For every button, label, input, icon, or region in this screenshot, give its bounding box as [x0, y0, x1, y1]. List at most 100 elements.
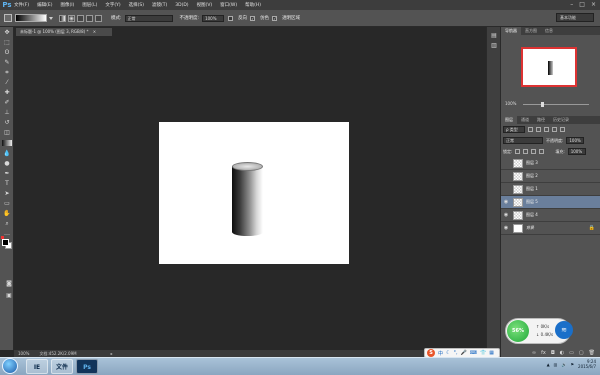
radial-gradient-button[interactable]: [68, 14, 75, 22]
tray-network-icon[interactable]: ▥: [554, 362, 558, 367]
maximize-button[interactable]: □: [579, 1, 585, 8]
dither-checkbox[interactable]: ✓: [250, 15, 256, 21]
eyedropper-tool-icon[interactable]: ⁄: [2, 78, 12, 87]
gradient-picker-arrow-icon[interactable]: [49, 16, 53, 20]
properties-panel-icon[interactable]: ▥: [489, 41, 499, 50]
filter-type-icon[interactable]: [544, 127, 549, 132]
marquee-tool-icon[interactable]: ⬚: [2, 38, 12, 47]
transparency-checkbox[interactable]: ✓: [272, 15, 278, 21]
filter-smart-icon[interactable]: [560, 127, 565, 132]
navigator-slider-knob[interactable]: [541, 102, 544, 107]
tool-preset-icon[interactable]: [4, 14, 12, 22]
linear-gradient-button[interactable]: [59, 14, 66, 22]
tab-channels[interactable]: 通道: [517, 116, 533, 124]
document-tab[interactable]: 未标题-1 @ 100% (图层 3, RGB/8) * ×: [16, 28, 112, 36]
quick-select-tool-icon[interactable]: ✎: [2, 58, 12, 67]
navigator-zoom-slider[interactable]: [523, 104, 589, 105]
menu-view[interactable]: 视图(V): [197, 2, 213, 8]
hand-tool-icon[interactable]: ✋: [2, 209, 12, 218]
foreground-color-swatch[interactable]: [2, 239, 9, 246]
taskbar-explorer[interactable]: 文件: [51, 359, 73, 374]
crop-tool-icon[interactable]: ⌗: [2, 68, 12, 77]
menu-help[interactable]: 帮助(H): [245, 2, 261, 8]
menu-edit[interactable]: 编辑(E): [37, 2, 52, 8]
menu-3d[interactable]: 3D(D): [175, 3, 188, 8]
filter-shape-icon[interactable]: [552, 127, 557, 132]
gradient-tool-icon[interactable]: [2, 140, 12, 146]
tab-layers[interactable]: 图层: [501, 116, 517, 124]
dodge-tool-icon[interactable]: ●: [2, 159, 12, 168]
tab-paths[interactable]: 路径: [533, 116, 549, 124]
history-brush-tool-icon[interactable]: ↺: [2, 118, 12, 127]
menu-file[interactable]: 文件(F): [14, 2, 29, 8]
reverse-checkbox[interactable]: [228, 15, 234, 21]
ime-skin-icon[interactable]: 👕: [480, 350, 486, 356]
menu-image[interactable]: 图像(I): [60, 2, 74, 8]
move-tool-icon[interactable]: ✥: [2, 28, 12, 37]
fill-input[interactable]: 100%: [567, 148, 586, 155]
adjustment-layer-icon[interactable]: ◐: [560, 350, 564, 356]
layer-row-background[interactable]: ◉ 背景 🔒: [501, 222, 600, 235]
network-speed-widget[interactable]: 56% ↑ 0K/s ↓ 0.4K/s ≋: [505, 318, 573, 344]
reflected-gradient-button[interactable]: [86, 14, 93, 22]
layer-kind-filter[interactable]: ρ 类型: [503, 126, 525, 133]
eraser-tool-icon[interactable]: ◫: [2, 128, 12, 137]
menu-type[interactable]: 文字(Y): [105, 2, 120, 8]
type-tool-icon[interactable]: T: [2, 179, 12, 188]
history-panel-icon[interactable]: ▤: [489, 31, 499, 40]
link-layers-icon[interactable]: ∞: [532, 350, 536, 356]
blend-mode-select[interactable]: 正常: [503, 137, 543, 144]
layer-row[interactable]: ◉ 图层 4: [501, 209, 600, 222]
status-zoom[interactable]: 100%: [18, 350, 29, 357]
ime-punct-icon[interactable]: °,: [454, 350, 458, 356]
menu-select[interactable]: 选择(S): [129, 2, 144, 8]
tray-flag-icon[interactable]: ⚑: [570, 362, 574, 367]
layer-row[interactable]: 图层 3: [501, 157, 600, 170]
menu-window[interactable]: 窗口(W): [220, 2, 237, 8]
filter-pixel-icon[interactable]: [528, 127, 533, 132]
tab-history[interactable]: 历史记录: [549, 116, 573, 124]
taskbar-ie[interactable]: IE: [26, 359, 48, 374]
eye-icon[interactable]: ◉: [501, 212, 511, 218]
zoom-tool-icon[interactable]: ⌕: [2, 219, 12, 228]
minimize-button[interactable]: –: [570, 1, 573, 8]
ime-mic-icon[interactable]: 🎤: [461, 350, 467, 356]
tab-histogram[interactable]: 直方图: [521, 27, 541, 35]
diamond-gradient-button[interactable]: [95, 14, 102, 22]
navigator-thumbnail[interactable]: [521, 47, 577, 87]
ime-tools-icon[interactable]: ▦: [489, 350, 494, 356]
lock-transparent-icon[interactable]: [515, 149, 521, 154]
eye-icon[interactable]: ◉: [501, 225, 511, 231]
gradient-swatch[interactable]: [15, 14, 47, 22]
wifi-icon[interactable]: ≋: [555, 321, 573, 339]
screen-mode-icon[interactable]: ▣: [4, 291, 14, 300]
ime-moon-icon[interactable]: ☾: [446, 350, 450, 356]
filter-adjust-icon[interactable]: [536, 127, 541, 132]
layer-row[interactable]: 图层 2: [501, 170, 600, 183]
clone-stamp-tool-icon[interactable]: ⊥: [2, 108, 12, 117]
blur-tool-icon[interactable]: 💧: [2, 149, 12, 158]
pen-tool-icon[interactable]: ✒: [2, 169, 12, 178]
tab-info[interactable]: 信息: [541, 27, 557, 35]
clock[interactable]: 9:24 2015/6/7: [578, 359, 596, 369]
menu-layer[interactable]: 图层(L): [82, 2, 97, 8]
layer-row[interactable]: 图层 1: [501, 183, 600, 196]
tray-arrow-icon[interactable]: ▲: [547, 362, 550, 367]
lock-position-icon[interactable]: [531, 149, 537, 154]
layer-style-icon[interactable]: fx: [541, 350, 546, 356]
tray-volume-icon[interactable]: 🔊: [561, 362, 566, 367]
shape-tool-icon[interactable]: ▭: [2, 199, 12, 208]
workspace-select[interactable]: 基本功能: [556, 13, 594, 22]
layer-row-selected[interactable]: ◉ 图层 5: [501, 196, 600, 209]
layer-opacity-input[interactable]: 100%: [566, 137, 585, 144]
close-button[interactable]: ×: [591, 1, 596, 8]
start-button[interactable]: [2, 358, 18, 374]
ime-keyboard-icon[interactable]: ⌨: [470, 350, 477, 356]
taskbar-photoshop[interactable]: Ps: [76, 359, 98, 374]
brush-tool-icon[interactable]: ✐: [2, 98, 12, 107]
new-layer-icon[interactable]: ▢: [579, 350, 584, 356]
new-group-icon[interactable]: ▭: [569, 350, 574, 356]
tab-navigator[interactable]: 导航器: [501, 27, 521, 35]
lock-all-icon[interactable]: [539, 149, 545, 154]
document-tab-close-icon[interactable]: ×: [93, 29, 96, 34]
